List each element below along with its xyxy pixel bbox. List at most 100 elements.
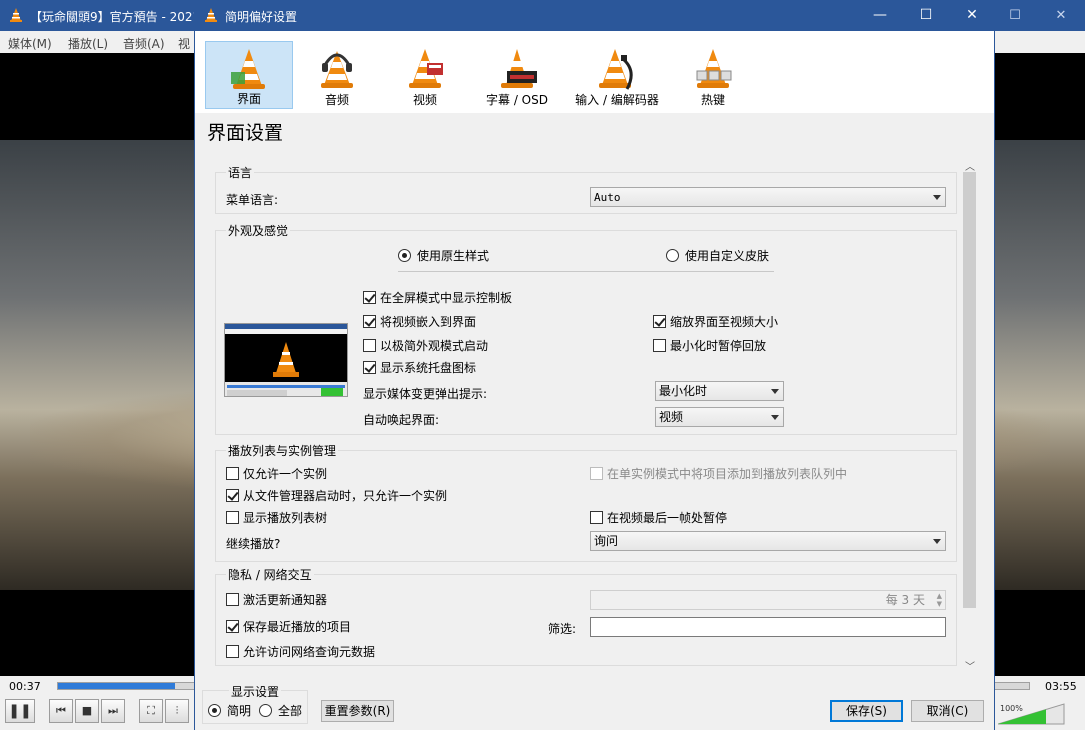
raise-label: 自动唤起界面: <box>363 413 440 427</box>
update-days-value: 每 3 天 <box>885 593 925 607</box>
category-interface[interactable]: 界面 <box>205 41 293 109</box>
menu-media[interactable]: 媒体(M) <box>8 35 52 52</box>
one-instance-checkbox[interactable]: 仅允许一个实例 <box>226 467 327 481</box>
menu-playback[interactable]: 播放(L) <box>68 35 108 52</box>
close-icon: ✕ <box>966 7 978 23</box>
time-total: 03:55 <box>1045 680 1077 693</box>
resize-interface-checkbox[interactable]: 缩放界面至视频大小 <box>653 315 778 329</box>
update-days-spinbox[interactable]: 每 3 天 ▲ ▼ <box>590 590 946 610</box>
menu-language-value: Auto <box>594 191 621 204</box>
pause-last-frame-checkbox[interactable]: 在视频最后一帧处暂停 <box>590 511 727 525</box>
category-label: 界面 <box>236 92 261 106</box>
chevron-down-icon <box>771 415 779 420</box>
preferences-dialog: 简明偏好设置 — ☐ ✕ 界面 音频 视频 字幕 / OSD 输入 / 编解码器… <box>194 0 995 730</box>
video-cone-icon <box>409 49 443 88</box>
continue-select[interactable]: 询问 <box>590 531 946 551</box>
reset-button[interactable]: 重置参数(R) <box>321 700 394 722</box>
popup-select[interactable]: 最小化时 <box>655 381 784 401</box>
native-style-radio[interactable]: 使用原生样式 <box>398 249 489 263</box>
scroll-thumb[interactable] <box>963 172 976 608</box>
metadata-checkbox[interactable]: 允许访问网络查询元数据 <box>226 645 375 659</box>
next-button[interactable]: ⏭ <box>101 699 125 723</box>
filter-label: 筛选: <box>548 622 577 636</box>
menu-audio[interactable]: 音频(A) <box>123 35 165 52</box>
dialog-titlebar[interactable]: 简明偏好设置 — ☐ ✕ <box>195 0 994 31</box>
filter-input[interactable] <box>590 617 946 637</box>
player-close-button[interactable]: ✕ <box>1038 0 1084 31</box>
pause-minimized-checkbox[interactable]: 最小化时暂停回放 <box>653 339 766 353</box>
vertical-scrollbar[interactable]: ︿ ﹀ <box>961 156 978 676</box>
stop-button[interactable]: ■ <box>75 699 99 723</box>
save-button[interactable]: 保存(S) <box>830 700 903 722</box>
raise-value: 视频 <box>659 410 684 424</box>
player-maximize-button[interactable]: ☐ <box>992 0 1038 31</box>
fs-controller-checkbox[interactable]: 在全屏模式中显示控制板 <box>363 291 512 305</box>
group-look-title: 外观及感觉 <box>226 222 291 239</box>
player-title: 【玩命關頭9】官方預告 - 2021 <box>30 10 201 24</box>
show-all-radio[interactable]: 全部 <box>259 704 302 718</box>
category-label: 输入 / 编解码器 <box>575 93 659 107</box>
equalizer-icon: ⫶ <box>175 704 179 717</box>
update-notify-checkbox[interactable]: 激活更新通知器 <box>226 593 327 607</box>
seek-progress <box>58 683 175 689</box>
continue-value: 询问 <box>594 534 619 548</box>
audio-headphones-cone-icon <box>321 51 353 88</box>
show-simple-radio[interactable]: 简明 <box>208 704 251 718</box>
chevron-down-icon <box>933 195 941 200</box>
one-instance-fm-checkbox[interactable]: 从文件管理器启动时，只允许一个实例 <box>226 489 447 503</box>
menu-language-select[interactable]: Auto <box>590 187 946 207</box>
cancel-button[interactable]: 取消(C) <box>911 700 984 722</box>
minimize-button[interactable]: — <box>857 0 903 31</box>
group-language-title: 语言 <box>226 164 255 181</box>
continue-label: 继续播放? <box>226 537 281 551</box>
maximize-button[interactable]: ☐ <box>903 0 949 31</box>
menu-video[interactable]: 视 <box>178 35 190 52</box>
group-playlist-title: 播放列表与实例管理 <box>226 442 339 459</box>
show-settings-group: 显示设置 简明 全部 <box>202 683 308 724</box>
custom-skin-radio[interactable]: 使用自定义皮肤 <box>666 249 769 263</box>
section-title: 界面设置 <box>207 122 284 144</box>
category-video[interactable]: 视频 <box>381 41 469 109</box>
style-divider <box>398 271 774 272</box>
volume-label: 100% <box>1000 704 1023 713</box>
close-button[interactable]: ✕ <box>949 0 995 31</box>
playlist-tree-checkbox[interactable]: 显示播放列表树 <box>226 511 327 525</box>
embed-video-checkbox[interactable]: 将视频嵌入到界面 <box>363 315 476 329</box>
extended-settings-button[interactable]: ⫶ <box>165 699 189 723</box>
scroll-up-icon: ︿ <box>965 162 975 173</box>
category-label: 音频 <box>324 93 349 107</box>
pause-button[interactable]: ❚❚ <box>5 699 35 723</box>
show-settings-title: 显示设置 <box>229 683 282 700</box>
category-audio[interactable]: 音频 <box>293 41 381 109</box>
minimize-icon: — <box>873 7 887 23</box>
pause-icon: ❚❚ <box>8 703 32 719</box>
fullscreen-icon: ⛶ <box>147 704 155 717</box>
next-icon: ⏭ <box>108 704 118 717</box>
systray-checkbox[interactable]: 显示系统托盘图标 <box>363 361 476 375</box>
chevron-down-icon <box>933 539 941 544</box>
previous-icon: ⏮ <box>56 704 66 717</box>
interface-preview-image <box>224 323 348 397</box>
stop-icon: ■ <box>81 704 93 717</box>
raise-select[interactable]: 视频 <box>655 407 784 427</box>
group-playlist: 播放列表与实例管理 仅允许一个实例 在单实例模式中将项目添加到播放列表队列中 从… <box>215 442 957 562</box>
category-bar: 界面 音频 视频 字幕 / OSD 输入 / 编解码器 热键 <box>195 31 994 113</box>
volume-slider[interactable]: 100% <box>997 702 1068 726</box>
category-label: 热键 <box>700 93 725 107</box>
input-codecs-cone-icon <box>599 49 633 90</box>
category-subtitles-osd[interactable]: 字幕 / OSD <box>465 41 569 109</box>
category-hotkeys[interactable]: 热键 <box>669 41 757 109</box>
category-input-codecs[interactable]: 输入 / 编解码器 <box>561 41 673 109</box>
preview-cone-icon <box>273 342 299 377</box>
fullscreen-button[interactable]: ⛶ <box>139 699 163 723</box>
save-recent-checkbox[interactable]: 保存最近播放的项目 <box>226 620 351 634</box>
time-elapsed: 00:37 <box>9 680 41 693</box>
minimal-mode-checkbox[interactable]: 以极简外观模式启动 <box>363 339 488 353</box>
group-privacy: 隐私 / 网络交互 激活更新通知器 每 3 天 ▲ ▼ 保存最近播放的项目 筛选:… <box>215 566 957 666</box>
group-language: 语言 菜单语言: Auto <box>215 164 957 214</box>
settings-scroll-area: 语言 菜单语言: Auto 外观及感觉 使用原生样式 使用自定义皮肤 在全屏模式… <box>207 156 982 676</box>
previous-button[interactable]: ⏮ <box>49 699 73 723</box>
enqueue-checkbox[interactable]: 在单实例模式中将项目添加到播放列表队列中 <box>590 467 847 481</box>
group-look-and-feel: 外观及感觉 使用原生样式 使用自定义皮肤 在全屏模式中显示控制板 将视频嵌入到界… <box>215 222 957 435</box>
hotkeys-cone-icon <box>696 49 732 88</box>
